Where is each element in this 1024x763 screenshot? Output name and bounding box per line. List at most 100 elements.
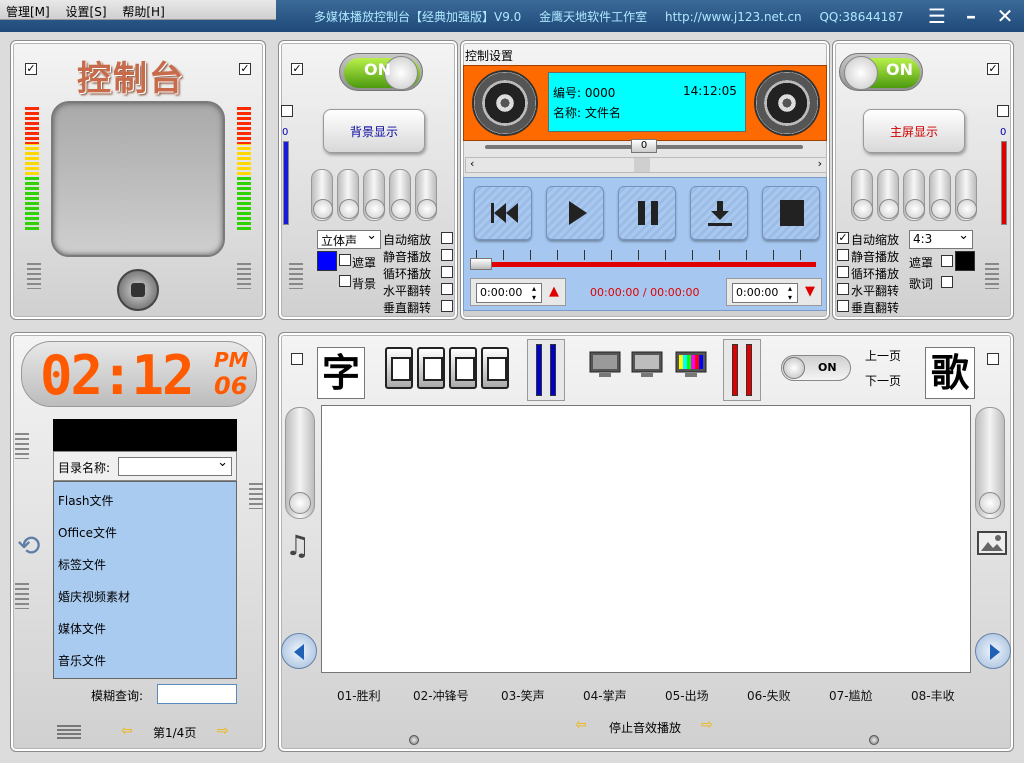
start-time-input[interactable]: 0:00:00 xyxy=(476,283,542,303)
list-item[interactable]: Office文件 xyxy=(58,524,117,541)
end-time-input[interactable]: 0:00:00 xyxy=(732,283,798,303)
main-slider-2[interactable] xyxy=(877,169,899,221)
prev-page-icon[interactable]: ⇦ xyxy=(121,723,133,739)
menu-settings[interactable]: 设置[S] xyxy=(60,0,113,23)
main-enable-checkbox[interactable] xyxy=(987,63,999,75)
background-display-button[interactable]: 背景显示 xyxy=(323,109,425,153)
minimize-icon[interactable]: – xyxy=(956,4,986,28)
loop-checkbox[interactable] xyxy=(441,266,453,278)
knob-icon[interactable] xyxy=(117,269,159,311)
stop-effect-button[interactable]: 停止音效播放 xyxy=(609,719,681,736)
layout-2-button[interactable] xyxy=(417,347,445,389)
monitor-dim-icon[interactable] xyxy=(631,351,663,379)
main-mute-checkbox[interactable] xyxy=(837,249,849,261)
main-slider-3[interactable] xyxy=(903,169,925,221)
horizontal-scrollbar[interactable]: ‹ › xyxy=(465,157,827,173)
console-right-checkbox[interactable] xyxy=(239,63,251,75)
right-volume-slider[interactable] xyxy=(975,407,1005,519)
main-power-switch[interactable]: ON xyxy=(839,53,923,91)
auto-zoom-checkbox[interactable] xyxy=(441,232,453,244)
main-vflip-checkbox[interactable] xyxy=(837,300,849,312)
lyrics-panel-checkbox[interactable] xyxy=(987,353,999,365)
refresh-icon[interactable]: ⟲ xyxy=(17,529,40,562)
effect-button[interactable]: 03-笑声 xyxy=(501,687,545,704)
main-slider-4[interactable] xyxy=(929,169,951,221)
image-icon[interactable] xyxy=(977,529,1007,557)
effects-toggle-switch[interactable]: ON xyxy=(781,355,851,381)
bg-small-checkbox[interactable] xyxy=(281,105,293,117)
menu-icon[interactable]: ☰ xyxy=(922,4,952,28)
bg-color-swatch[interactable] xyxy=(317,251,337,271)
layout-4-button[interactable] xyxy=(481,347,509,389)
vflip-checkbox[interactable] xyxy=(441,300,453,312)
position-thumb[interactable]: 0 xyxy=(631,139,657,153)
main-slider-1[interactable] xyxy=(851,169,873,221)
previous-button[interactable] xyxy=(474,186,532,240)
layout-3-button[interactable] xyxy=(449,347,477,389)
mute-checkbox[interactable] xyxy=(441,249,453,261)
eq-slider-4[interactable] xyxy=(389,169,411,221)
background-checkbox[interactable] xyxy=(339,275,351,287)
left-volume-slider[interactable] xyxy=(285,407,315,519)
close-icon[interactable]: ✕ xyxy=(990,4,1020,28)
main-loop-checkbox[interactable] xyxy=(837,266,849,278)
progress-thumb[interactable] xyxy=(470,258,492,270)
bg-level-bar[interactable] xyxy=(283,141,289,225)
main-level-bar[interactable] xyxy=(1001,141,1007,225)
music-note-icon[interactable]: ♫ xyxy=(285,529,310,562)
effect-button[interactable]: 01-胜利 xyxy=(337,687,381,704)
effect-button[interactable]: 07-尴尬 xyxy=(829,687,873,704)
effect-button[interactable]: 04-掌声 xyxy=(583,687,627,704)
download-button[interactable] xyxy=(690,186,748,240)
list-item[interactable]: 音乐文件 xyxy=(58,652,106,669)
aspect-select[interactable]: 4:3 xyxy=(909,228,973,249)
hflip-checkbox[interactable] xyxy=(441,283,453,295)
progress-track[interactable] xyxy=(476,262,816,267)
console-left-checkbox[interactable] xyxy=(25,63,37,75)
main-color-swatch[interactable] xyxy=(955,251,975,271)
eq-slider-5[interactable] xyxy=(415,169,437,221)
lyrics-char-button[interactable]: 歌 xyxy=(925,347,975,399)
scroll-right-icon[interactable]: › xyxy=(818,157,822,170)
directory-list[interactable]: Flash文件 Office文件 标签文件 婚庆视频素材 媒体文件 音乐文件 xyxy=(53,481,237,679)
effects-content-area[interactable] xyxy=(321,405,971,673)
bg-power-switch[interactable]: ON xyxy=(339,53,423,91)
audio-mode-select[interactable]: 立体声 xyxy=(317,228,381,249)
lyrics-checkbox[interactable] xyxy=(941,276,953,288)
list-item[interactable]: 婚庆视频素材 xyxy=(58,588,130,605)
start-marker-icon[interactable]: ▲ xyxy=(549,284,559,299)
list-item[interactable]: 媒体文件 xyxy=(58,620,106,637)
effect-button[interactable]: 08-丰收 xyxy=(911,687,955,704)
subtitle-checkbox[interactable] xyxy=(291,353,303,365)
stop-button[interactable] xyxy=(762,186,820,240)
effect-left-arrow-icon[interactable]: ⇦ xyxy=(575,717,587,733)
prev-page-link[interactable]: 上一页 xyxy=(865,347,901,364)
main-small-checkbox[interactable] xyxy=(997,105,1009,117)
main-display-button[interactable]: 主屏显示 xyxy=(863,109,965,153)
main-mask-checkbox[interactable] xyxy=(941,255,953,267)
list-item[interactable]: 标签文件 xyxy=(58,556,106,573)
monitor-color-icon[interactable] xyxy=(675,351,707,379)
next-arrow-button[interactable] xyxy=(975,633,1011,669)
layout-1-button[interactable] xyxy=(385,347,413,389)
effect-button[interactable]: 02-冲锋号 xyxy=(413,687,469,704)
play-button[interactable] xyxy=(546,186,604,240)
effect-right-arrow-icon[interactable]: ⇨ xyxy=(701,717,713,733)
search-input[interactable] xyxy=(157,684,237,704)
next-page-link[interactable]: 下一页 xyxy=(865,372,901,389)
main-auto-zoom-checkbox[interactable] xyxy=(837,232,849,244)
list-item[interactable]: Flash文件 xyxy=(58,492,113,509)
directory-select[interactable] xyxy=(118,455,232,476)
main-hflip-checkbox[interactable] xyxy=(837,283,849,295)
subtitle-char-button[interactable]: 字 xyxy=(317,347,365,399)
eq-slider-3[interactable] xyxy=(363,169,385,221)
mask-checkbox[interactable] xyxy=(339,254,351,266)
eq-slider-1[interactable] xyxy=(311,169,333,221)
bg-enable-checkbox[interactable] xyxy=(291,63,303,75)
end-marker-icon[interactable]: ▼ xyxy=(805,284,815,299)
effect-button[interactable]: 05-出场 xyxy=(665,687,709,704)
pause-button[interactable] xyxy=(618,186,676,240)
main-slider-5[interactable] xyxy=(955,169,977,221)
scroll-thumb[interactable] xyxy=(634,158,650,172)
scroll-left-icon[interactable]: ‹ xyxy=(470,157,474,170)
